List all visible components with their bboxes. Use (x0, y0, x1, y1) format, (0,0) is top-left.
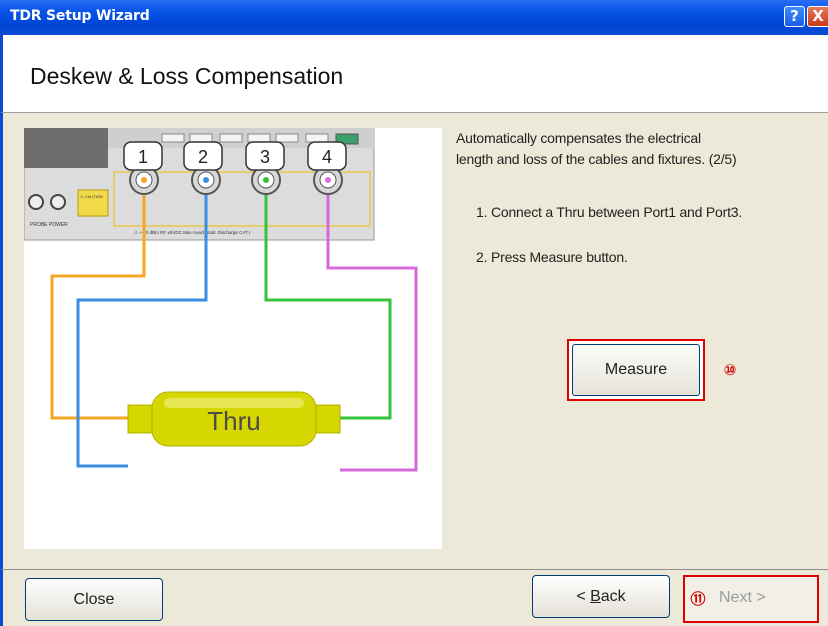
window-title: TDR Setup Wizard (10, 8, 150, 24)
connection-diagram: PROBE POWER ⚠ CAUTION ⚠ +-20 dBm RF ±5VD… (23, 127, 418, 472)
window-close-button[interactable]: X (807, 6, 828, 27)
instrument-display (24, 128, 108, 168)
port2-label-box: 2 (183, 141, 223, 171)
caution-text: ⚠ CAUTION (80, 194, 103, 199)
page-title: Deskew & Loss Compensation (30, 63, 344, 89)
wizard-header: Deskew & Loss Compensation (0, 35, 828, 112)
port4-label: 4 (322, 147, 332, 167)
panel-key (219, 133, 243, 143)
panel-key (305, 133, 329, 143)
title-bar: TDR Setup Wizard ? X (0, 0, 828, 35)
measure-button[interactable]: Measure (572, 344, 700, 396)
measure-button-highlight: Measure (567, 339, 705, 401)
probe-power-connector (50, 194, 66, 210)
description-line-1: Automatically compensates the electrical (456, 130, 701, 146)
callout-10-marker: ⑩ (723, 361, 737, 379)
close-button[interactable]: Close (25, 578, 163, 621)
panel-key (189, 133, 213, 143)
port3-label: 3 (260, 147, 270, 167)
port4-label-box: 4 (307, 141, 347, 171)
description-line-2: length and loss of the cables and fixtur… (456, 151, 737, 167)
port1-label: 1 (138, 147, 148, 167)
port2-label: 2 (198, 147, 208, 167)
callout-11-marker: ⑪ (690, 590, 706, 608)
back-button[interactable]: < Back (532, 575, 670, 618)
panel-key (275, 133, 299, 143)
probe-power-connector (28, 194, 44, 210)
back-accelerator: B (590, 588, 601, 605)
connection-illustration: PROBE POWER ⚠ CAUTION ⚠ +-20 dBm RF ±5VD… (23, 127, 442, 549)
rating-text: ⚠ +-20 dBm RF ±5VDC Max Avoid Static Dis… (134, 230, 250, 235)
help-button[interactable]: ? (784, 6, 805, 27)
thru-adapter: Thru (127, 391, 341, 447)
panel-key (161, 133, 185, 143)
back-prefix: < (576, 588, 591, 605)
next-button-label: Next > (719, 589, 766, 606)
panel-key (247, 133, 271, 143)
port3-label-box: 3 (245, 141, 285, 171)
instruction-description: Automatically compensates the electrical… (456, 128, 737, 170)
next-button[interactable]: ⑪ Next > (683, 575, 819, 623)
help-icon: ? (790, 7, 799, 25)
probe-power-label: PROBE POWER (30, 222, 68, 228)
back-rest: ack (600, 588, 626, 605)
close-icon: X (812, 7, 824, 25)
port1-label-box: 1 (123, 141, 163, 171)
thru-label: Thru (207, 406, 260, 436)
step-1-text: 1. Connect a Thru between Port1 and Port… (476, 204, 743, 220)
step-2-text: 2. Press Measure button. (476, 249, 628, 265)
